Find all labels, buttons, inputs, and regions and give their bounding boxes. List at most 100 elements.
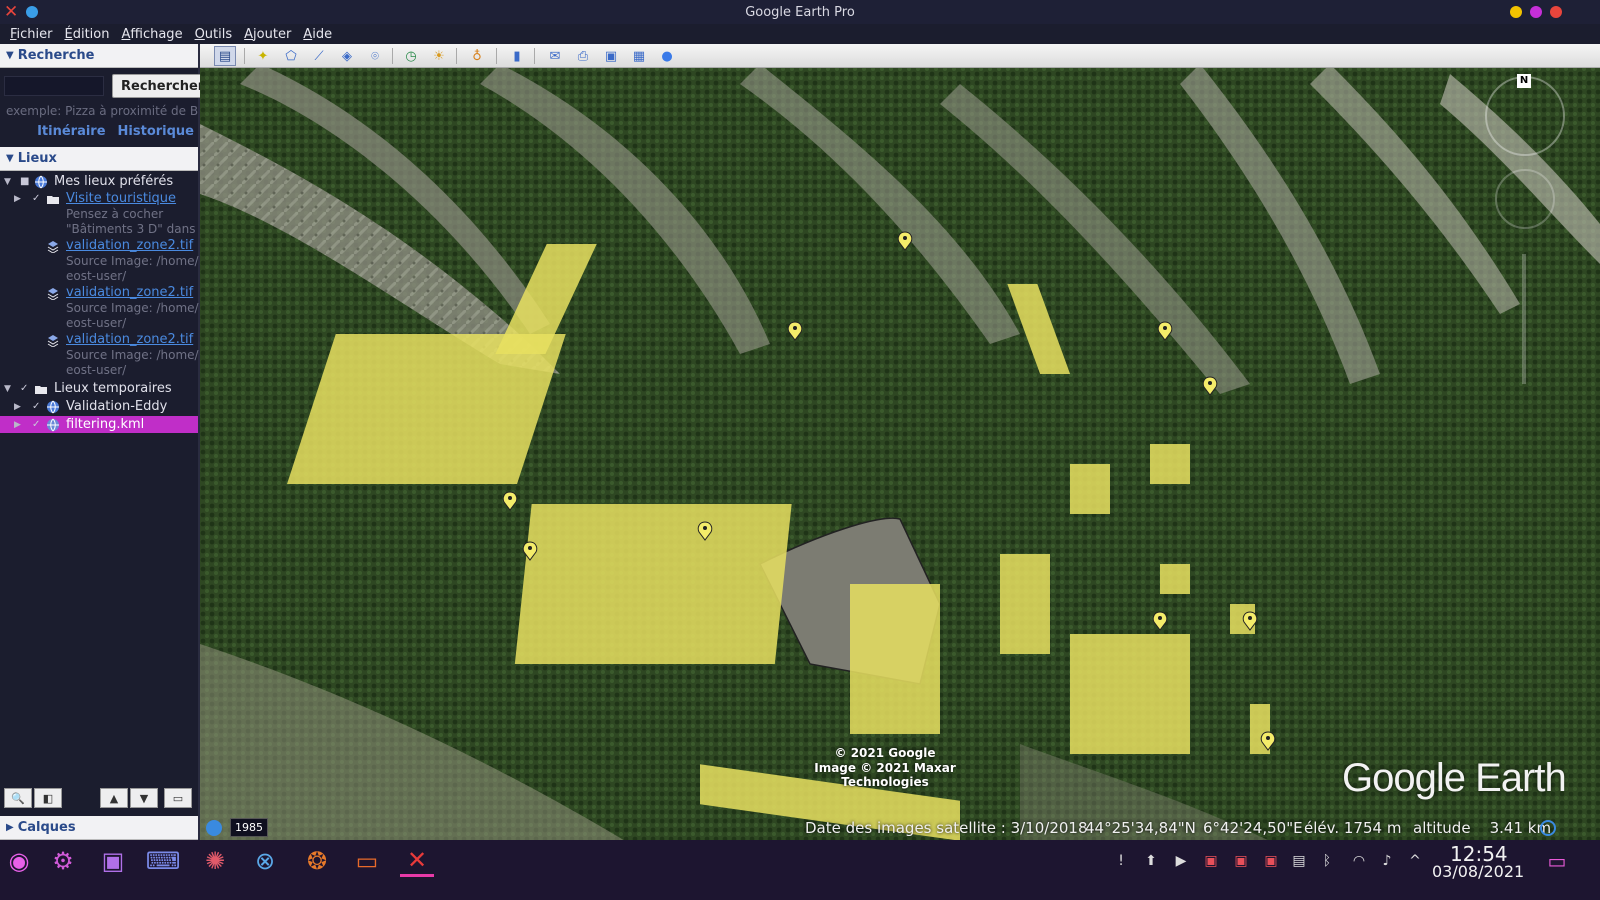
checkbox[interactable]: ✓ [32, 401, 40, 412]
tree-label: filtering.kml [66, 417, 145, 432]
add-polygon-button[interactable]: ⬠ [280, 46, 302, 66]
tree-item-temporary[interactable]: ▼ ✓ Lieux temporaires [0, 380, 198, 397]
search-places-button[interactable]: 🔍 [4, 788, 32, 808]
menu-file[interactable]: Fichier [10, 27, 53, 42]
add-path-button[interactable]: ⟋ [308, 46, 330, 66]
window-titlebar: ✕ Google Earth Pro [0, 0, 1600, 24]
history-link[interactable]: Historique [118, 124, 194, 139]
screen-capture-icon[interactable]: ▣ [1262, 852, 1280, 870]
sunlight-button[interactable]: ☀ [428, 46, 450, 66]
tree-link[interactable]: validation_zone2.tif [66, 332, 193, 347]
planets-button[interactable]: ♁ [466, 46, 488, 66]
magnifier-icon: 🔍 [11, 791, 25, 805]
layers-panel-header[interactable]: ▶ Calques [0, 816, 198, 840]
tristate-checkbox[interactable]: ■ [20, 176, 29, 187]
places-panel-header[interactable]: ▼ Lieux [0, 147, 198, 171]
tree-item-favorites[interactable]: ▼ ■ Mes lieux préférés [0, 173, 198, 190]
folder-icon: ▭ [172, 791, 184, 805]
zoom-slider[interactable] [1522, 254, 1526, 384]
checkbox[interactable]: ✓ [32, 193, 40, 204]
clipboard-icon[interactable]: ▤ [1290, 852, 1308, 870]
tree-item-overlay[interactable]: validation_zone2.tif [0, 284, 198, 301]
tray-expand-icon[interactable]: ^ [1406, 852, 1424, 870]
add-overlay-button[interactable]: ◈ [336, 46, 358, 66]
google-maps-button[interactable]: ● [656, 46, 678, 66]
tree-item-filtering-kml[interactable]: ▶ ✓ filtering.kml [0, 416, 198, 433]
email-button[interactable]: ✉ [544, 46, 566, 66]
compass-north-indicator[interactable]: N [1517, 74, 1531, 88]
window-menu-icon[interactable] [26, 6, 38, 18]
move-down-button[interactable]: ▼ [130, 788, 158, 808]
vscode-icon[interactable]: ⊗ [248, 845, 282, 877]
sidebar-toggle-button[interactable]: ▤ [214, 46, 236, 66]
close-button[interactable] [1550, 6, 1562, 18]
print-button[interactable]: ⎙ [572, 46, 594, 66]
expand-arrow-icon[interactable]: ▶ [14, 402, 21, 412]
wifi-icon[interactable]: ◠ [1350, 852, 1368, 870]
search-button[interactable]: Rechercher [112, 74, 214, 98]
tree-item-validation-eddy[interactable]: ▶ ✓ Validation-Eddy [0, 398, 198, 415]
tree-source: Source Image: /home/ [66, 301, 199, 315]
printer-icon: ⎙ [577, 48, 589, 64]
tree-item-overlay[interactable]: validation_zone2.tif [0, 237, 198, 254]
menu-help[interactable]: Aide [303, 27, 332, 42]
expand-arrow-icon[interactable]: ▶ [14, 420, 21, 430]
screen-capture-icon[interactable]: ▣ [1202, 852, 1220, 870]
notification-icon[interactable]: ! [1112, 852, 1130, 870]
screen-capture-icon[interactable]: ▣ [1232, 852, 1250, 870]
store-bag-icon[interactable]: ▣ [96, 845, 130, 877]
save-image-button[interactable]: ▣ [600, 46, 622, 66]
close-window-icon[interactable]: ✕ [4, 2, 18, 22]
files-folder-icon[interactable]: ▭ [350, 845, 384, 877]
directions-link[interactable]: Itinéraire [37, 124, 105, 139]
checkbox[interactable]: ✓ [32, 419, 40, 430]
satellite-terrain[interactable] [200, 44, 1600, 856]
update-icon[interactable]: ⬆ [1142, 852, 1160, 870]
expand-arrow-icon[interactable]: ▶ [14, 194, 21, 204]
add-placemark-button[interactable]: ✦ [252, 46, 274, 66]
firefox-icon[interactable]: ❂ [300, 845, 334, 877]
move-up-button[interactable]: ▲ [100, 788, 128, 808]
expand-arrow-icon[interactable]: ▼ [4, 384, 11, 394]
clock-date[interactable]: 03/08/2021 [1432, 862, 1524, 881]
historical-clock-icon[interactable] [206, 820, 222, 836]
tree-source: Source Image: /home/ [66, 254, 199, 268]
expand-arrow-icon[interactable]: ▼ [4, 177, 11, 187]
google-earth-logo: Google Earth [1342, 756, 1567, 800]
tree-link[interactable]: validation_zone2.tif [66, 238, 193, 253]
search-panel-header[interactable]: ▼ Recherche [0, 44, 198, 68]
tree-item-tour[interactable]: ▶ ✓ Visite touristique [0, 190, 198, 207]
google-earth-task-icon[interactable]: ✕ [400, 845, 434, 877]
camera-icon: ⌾ [371, 48, 379, 64]
tree-link[interactable]: validation_zone2.tif [66, 285, 193, 300]
media-play-icon[interactable]: ▶ [1172, 852, 1190, 870]
terminal-icon[interactable]: ⌨ [146, 845, 181, 877]
historical-imagery-button[interactable]: ◷ [400, 46, 422, 66]
ruler-button[interactable]: ▮ [506, 46, 528, 66]
historical-year[interactable]: 1985 [230, 818, 268, 837]
app-launcher-icon[interactable]: ◉ [2, 845, 36, 877]
settings-gear-icon[interactable]: ⚙ [46, 845, 80, 877]
menu-tools[interactable]: Outils [195, 27, 233, 42]
move-joystick[interactable] [1495, 169, 1555, 229]
search-input[interactable] [4, 76, 104, 96]
checkbox[interactable]: ✓ [20, 383, 28, 394]
new-folder-button[interactable]: ▭ [164, 788, 192, 808]
toggle-panel-button[interactable]: ◧ [34, 788, 62, 808]
menu-edit[interactable]: Édition [65, 27, 110, 42]
record-tour-button[interactable]: ⌾ [364, 46, 386, 66]
volume-icon[interactable]: ♪ [1378, 852, 1396, 870]
minimize-button[interactable] [1510, 6, 1522, 18]
look-joystick[interactable] [1485, 76, 1565, 156]
tree-item-overlay[interactable]: validation_zone2.tif [0, 331, 198, 348]
record-movie-button[interactable]: ▦ [628, 46, 650, 66]
bluetooth-icon[interactable]: ᛒ [1318, 852, 1336, 870]
maximize-button[interactable] [1530, 6, 1542, 18]
menu-add[interactable]: Ajouter [244, 27, 291, 42]
tree-link[interactable]: Visite touristique [66, 191, 176, 206]
show-desktop-icon[interactable]: ▭ [1548, 849, 1567, 873]
map-view[interactable]: N © 2021 Google Image © 2021 Maxar Techn… [200, 44, 1600, 856]
menu-view[interactable]: Affichage [121, 27, 182, 42]
network-app-icon[interactable]: ✺ [198, 845, 232, 877]
planet-icon: ♁ [472, 48, 482, 64]
